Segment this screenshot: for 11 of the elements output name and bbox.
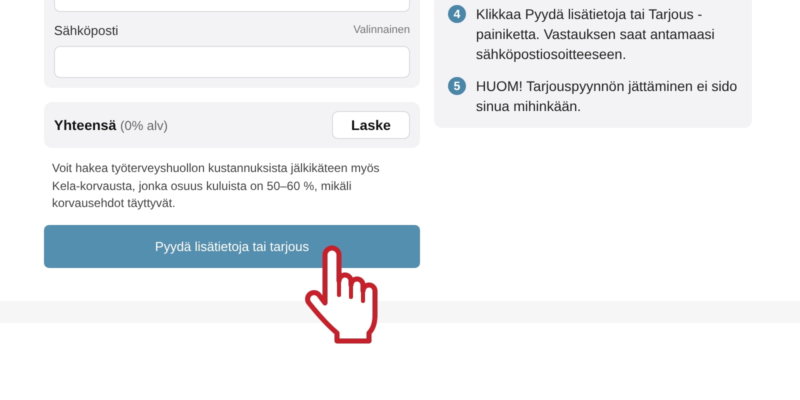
input-field[interactable] — [54, 46, 410, 78]
total-label: Yhteensä (0% alv) — [54, 117, 168, 133]
calculate-button[interactable]: Laske — [332, 111, 410, 139]
step-number: 4 — [448, 5, 466, 23]
step-text: HUOM! Tarjouspyynnön jättäminen ei sido sinua mihinkään. — [476, 77, 738, 116]
step-number: 5 — [448, 77, 466, 95]
submit-button[interactable]: Pyydä lisätietoja tai tarjous — [44, 224, 420, 268]
step-text: Klikkaa Pyydä lisätietoja tai Tarjous -painiketta. Vastauksen saat antamaasi sähköpostiosoitteeseen. — [476, 5, 716, 64]
disclaimer-text: Voit hakea työterveyshuollon kustannuksista jälkikäteen myös Kela-korvausta, jonka osuus kuluista on 50–60 %, mikäli korvausehdot täyttyvät. — [52, 160, 381, 212]
field-label: Sähköposti — [54, 22, 118, 38]
field-hint: Valinnainen — [353, 24, 410, 36]
